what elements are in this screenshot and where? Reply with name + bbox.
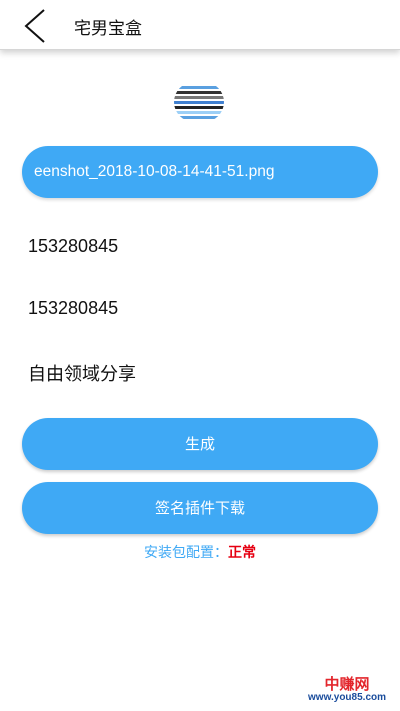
generate-button[interactable]: 生成: [22, 418, 378, 470]
app-header: 宅男宝盒: [0, 0, 400, 50]
thumb-stripe: [174, 111, 224, 114]
field-value-3[interactable]: 自由领域分享: [28, 360, 136, 386]
thumb-stripe: [174, 116, 224, 119]
image-thumbnail[interactable]: [174, 82, 224, 122]
status-label: 安装包配置：: [144, 545, 228, 561]
watermark-url: www.you85.com: [308, 692, 386, 703]
selected-file-button[interactable]: eenshot_2018-10-08-14-41-51.png: [22, 146, 378, 198]
download-plugin-button[interactable]: 签名插件下载: [22, 482, 378, 534]
thumb-stripe: [174, 106, 224, 109]
thumb-stripe: [174, 86, 224, 89]
field-value-2[interactable]: 153280845: [28, 298, 118, 319]
watermark-title: 中赚网: [324, 675, 370, 693]
page-title: 宅男宝盒: [74, 19, 142, 39]
thumb-stripe: [174, 101, 224, 104]
thumb-stripe: [174, 96, 224, 99]
watermark-logo: 中赚网 www.you85.com: [308, 676, 386, 704]
field-value-1[interactable]: 153280845: [28, 236, 118, 257]
chevron-left-icon: [24, 9, 45, 43]
install-config-status: 安装包配置：正常: [0, 542, 400, 562]
thumb-stripe: [174, 91, 224, 94]
status-value: 正常: [228, 545, 256, 561]
back-button[interactable]: [20, 8, 50, 44]
